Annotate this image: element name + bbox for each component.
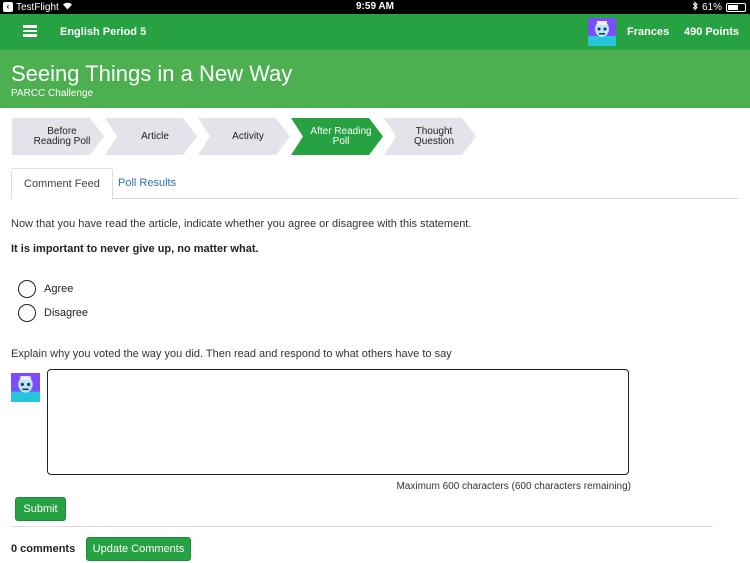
character-counter: Maximum 600 characters (600 characters r…: [396, 481, 631, 492]
agree-label[interactable]: Agree: [44, 283, 73, 295]
comment-count: 0 comments: [11, 543, 76, 555]
hamburger-menu-icon[interactable]: [23, 25, 37, 38]
tab-poll-results[interactable]: Poll Results: [106, 168, 188, 200]
points-total: 490 Points: [683, 26, 739, 38]
option-disagree[interactable]: Disagree: [18, 304, 88, 322]
step-article[interactable]: Article: [105, 118, 197, 155]
step-label: Before Reading Poll: [33, 125, 91, 147]
page-subtitle: PARCC Challenge: [11, 88, 94, 99]
comment-prompt: Explain why you voted the way you did. T…: [11, 348, 452, 360]
battery-percent: 61%: [701, 2, 722, 13]
step-label: Thought Question: [413, 125, 455, 147]
status-right: 61%: [692, 1, 746, 14]
commenter-avatar: [11, 373, 40, 402]
disagree-radio[interactable]: [18, 304, 36, 322]
course-title[interactable]: English Period 5: [60, 26, 146, 38]
step-before-reading-poll[interactable]: Before Reading Poll: [12, 118, 104, 155]
battery-icon: [726, 3, 746, 12]
agree-radio[interactable]: [18, 280, 36, 298]
user-avatar[interactable]: [588, 18, 616, 46]
clock: 9:59 AM: [356, 1, 394, 12]
disagree-label[interactable]: Disagree: [44, 307, 88, 319]
option-agree[interactable]: Agree: [18, 280, 73, 298]
step-label: After Reading Poll: [310, 125, 372, 147]
divider: [11, 526, 713, 527]
page-header: Seeing Things in a New Way PARCC Challen…: [0, 50, 750, 108]
tab-bar: Comment Feed Poll Results: [11, 168, 739, 200]
step-thought-question[interactable]: Thought Question: [384, 118, 476, 155]
step-label: Article: [141, 130, 169, 142]
status-bar: ‹ TestFlight 9:59 AM 61%: [0, 0, 750, 14]
poll-statement: It is important to never give up, no mat…: [11, 243, 259, 255]
update-comments-button[interactable]: Update Comments: [86, 537, 191, 561]
tab-comment-feed[interactable]: Comment Feed: [11, 168, 113, 200]
comment-textarea[interactable]: [47, 369, 629, 475]
user-name[interactable]: Frances: [627, 26, 669, 38]
bluetooth-icon: [692, 1, 698, 14]
step-label: Activity: [232, 130, 264, 142]
top-nav: English Period 5 Frances 490 Points: [0, 14, 750, 50]
step-after-reading-poll[interactable]: After Reading Poll: [291, 118, 383, 155]
step-activity[interactable]: Activity: [198, 118, 290, 155]
page-title: Seeing Things in a New Way: [11, 61, 293, 86]
submit-button[interactable]: Submit: [15, 497, 66, 521]
poll-instructions: Now that you have read the article, indi…: [11, 218, 472, 230]
